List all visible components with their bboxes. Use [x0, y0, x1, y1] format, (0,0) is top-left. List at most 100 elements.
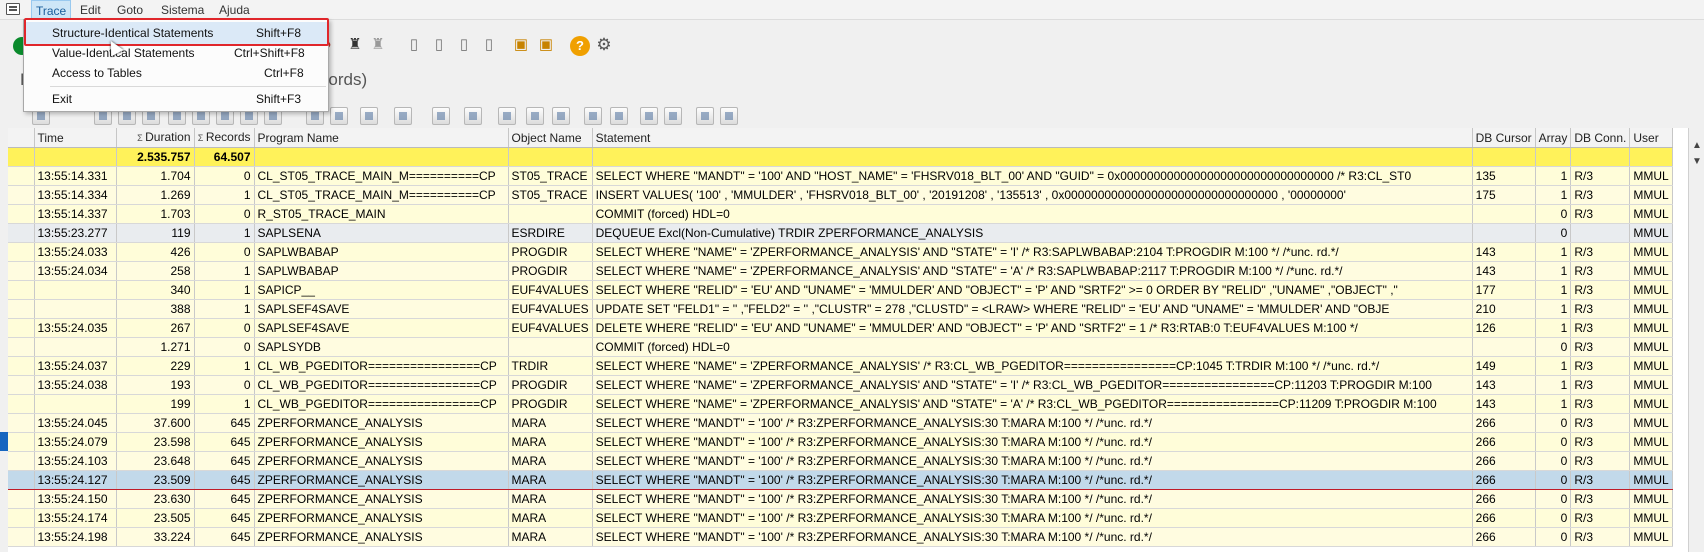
cell-user[interactable]: MMUL [1629, 451, 1673, 471]
cell-time[interactable]: 13:55:24.034 [34, 261, 117, 281]
cell-user[interactable]: MMUL [1629, 489, 1673, 509]
cell-array[interactable]: 0 [1535, 527, 1572, 547]
cell-conn[interactable]: R/3 [1570, 451, 1631, 471]
table-row[interactable]: 199 1 CL_WB_PGEDITOR================CP PROG… [8, 394, 1673, 414]
cell-user[interactable]: MMUL [1629, 356, 1673, 376]
cell-object[interactable]: ESRDIRE [508, 223, 593, 243]
cell-time[interactable]: 13:55:24.103 [34, 451, 117, 471]
cell-duration[interactable]: 1.271 [116, 337, 195, 357]
alv-collapse-button[interactable] [664, 107, 682, 125]
cell-cursor[interactable]: 266 [1472, 451, 1536, 471]
cell-time[interactable]: 13:55:24.035 [34, 318, 117, 338]
scroll-up-icon[interactable]: ▲ [1692, 140, 1702, 151]
cell-duration[interactable]: 23.509 [116, 470, 195, 490]
cell-cursor[interactable] [1472, 337, 1536, 357]
cell-duration[interactable]: 37.600 [116, 413, 195, 433]
table-row[interactable]: 13:55:24.038 193 0 CL_WB_PGEDITOR==========… [8, 375, 1673, 395]
cell-conn[interactable]: R/3 [1570, 318, 1631, 338]
cell-time[interactable]: 13:55:24.198 [34, 527, 117, 547]
cell-conn[interactable]: R/3 [1570, 356, 1631, 376]
col-program-name[interactable]: Program Name [254, 128, 509, 148]
alv-change-layout-button[interactable] [526, 107, 544, 125]
cell-records[interactable]: 1 [194, 299, 255, 319]
cell-statement[interactable]: SELECT WHERE "MANDT" = '100' /* R3:ZPERF… [592, 489, 1473, 509]
cell-statement[interactable]: SELECT WHERE "MANDT" = '100' AND "HOST_N… [592, 166, 1473, 186]
cell-time[interactable]: 13:55:14.334 [34, 185, 117, 205]
cell-user[interactable]: MMUL [1629, 432, 1673, 452]
cell-duration[interactable]: 426 [116, 242, 195, 262]
shortcut-icon[interactable]: ▣ [537, 36, 555, 54]
cell-cursor[interactable]: 177 [1472, 280, 1536, 300]
gear-icon[interactable]: ⚙ [595, 36, 613, 54]
cell-time[interactable]: 13:55:24.174 [34, 508, 117, 528]
cell-duration[interactable]: 1.269 [116, 185, 195, 205]
cell-duration[interactable]: 388 [116, 299, 195, 319]
menu-exit[interactable]: Exit Shift+F3 [24, 88, 328, 110]
cell-conn[interactable]: R/3 [1570, 337, 1631, 357]
cell-user[interactable]: MMUL [1629, 204, 1673, 224]
cell-cursor[interactable] [1472, 204, 1536, 224]
cell-duration[interactable]: 193 [116, 375, 195, 395]
cell-array[interactable]: 1 [1535, 394, 1572, 414]
cell-time[interactable]: 13:55:14.337 [34, 204, 117, 224]
table-row[interactable]: 13:55:23.277 119 1 SAPLSENA ESRDIRE DEQUEUE E… [8, 223, 1673, 243]
table-row[interactable]: 13:55:24.079 23.598 645 ZPERFORMANCE_ANALYS… [8, 432, 1673, 452]
cell-program[interactable]: SAPLSEF4SAVE [254, 299, 509, 319]
cell-user[interactable]: MMUL [1629, 394, 1673, 414]
cell-program[interactable]: ZPERFORMANCE_ANALYSIS [254, 489, 509, 509]
cell-time[interactable] [34, 394, 117, 414]
create-session-icon[interactable]: ▣ [512, 36, 530, 54]
cell-array[interactable]: 1 [1535, 318, 1572, 338]
cell-program[interactable]: ZPERFORMANCE_ANALYSIS [254, 470, 509, 490]
cell-statement[interactable]: SELECT WHERE "MANDT" = '100' /* R3:ZPERF… [592, 470, 1473, 490]
cell-statement[interactable]: SELECT WHERE "NAME" = 'ZPERFORMANCE_ANAL… [592, 261, 1473, 281]
cell-program[interactable]: CL_WB_PGEDITOR================CP [254, 375, 509, 395]
cell-statement[interactable]: INSERT VALUES( '100' , 'MMULDER' , 'FHSR… [592, 185, 1473, 205]
cell-user[interactable]: MMUL [1629, 166, 1673, 186]
menu-trace[interactable]: Trace [31, 0, 72, 20]
cell-object[interactable]: MARA [508, 470, 593, 490]
cell-duration[interactable]: 23.505 [116, 508, 195, 528]
cell-conn[interactable]: R/3 [1570, 394, 1631, 414]
cell-cursor[interactable]: 266 [1472, 470, 1536, 490]
cell-statement[interactable]: SELECT WHERE "RELID" = 'EU' AND "UNAME" … [592, 280, 1473, 300]
cell-cursor[interactable]: 149 [1472, 356, 1536, 376]
cell-user[interactable]: MMUL [1629, 337, 1673, 357]
col-time[interactable]: Time [34, 128, 117, 148]
cell-records[interactable]: 1 [194, 185, 255, 205]
table-row[interactable]: 13:55:24.198 33.224 645 ZPERFORMANCE_ANALYS… [8, 527, 1673, 547]
cell-cursor[interactable]: 210 [1472, 299, 1536, 319]
cell-records[interactable]: 0 [194, 337, 255, 357]
table-row[interactable]: 340 1 SAPICP__ EUF4VALUES SELECT WHERE "RELI… [8, 280, 1673, 300]
cell-duration[interactable]: 23.598 [116, 432, 195, 452]
alv-views-button[interactable] [330, 107, 348, 125]
cell-records[interactable]: 645 [194, 470, 255, 490]
cell-cursor[interactable]: 143 [1472, 375, 1536, 395]
cell-program[interactable]: ZPERFORMANCE_ANALYSIS [254, 451, 509, 471]
cell-duration[interactable]: 1.703 [116, 204, 195, 224]
cell-duration[interactable]: 23.630 [116, 489, 195, 509]
menu-edit[interactable]: Edit [76, 0, 105, 20]
table-row[interactable]: 13:55:14.334 1.269 1 CL_ST05_TRACE_MAIN_M==… [8, 185, 1673, 205]
cell-statement[interactable]: SELECT WHERE "MANDT" = '100' /* R3:ZPERF… [592, 413, 1473, 433]
cell-array[interactable]: 0 [1535, 470, 1572, 490]
cell-statement[interactable]: SELECT WHERE "NAME" = 'ZPERFORMANCE_ANAL… [592, 375, 1473, 395]
cell-records[interactable]: 1 [194, 223, 255, 243]
cell-object[interactable]: PROGDIR [508, 242, 593, 262]
cell-time[interactable]: 13:55:24.037 [34, 356, 117, 376]
menu-sistema[interactable]: Sistema [157, 0, 208, 20]
cell-array[interactable]: 1 [1535, 185, 1572, 205]
table-row[interactable]: 13:55:24.150 23.630 645 ZPERFORMANCE_ANALYS… [8, 489, 1673, 509]
cell-program[interactable]: ZPERFORMANCE_ANALYSIS [254, 432, 509, 452]
cell-user[interactable]: MMUL [1629, 318, 1673, 338]
col-object-name[interactable]: Object Name [508, 128, 593, 148]
select-all-cell[interactable] [8, 128, 35, 148]
cell-program[interactable]: SAPLWBABAP [254, 261, 509, 281]
cell-conn[interactable]: R/3 [1570, 185, 1631, 205]
cell-object[interactable]: EUF4VALUES [508, 299, 593, 319]
table-row[interactable]: 13:55:24.034 258 1 SAPLWBABAP PROGDIR SELECT … [8, 261, 1673, 281]
cell-duration[interactable]: 229 [116, 356, 195, 376]
cell-array[interactable]: 0 [1535, 489, 1572, 509]
find-icon[interactable]: ♜ [346, 36, 364, 54]
cell-duration[interactable]: 340 [116, 280, 195, 300]
